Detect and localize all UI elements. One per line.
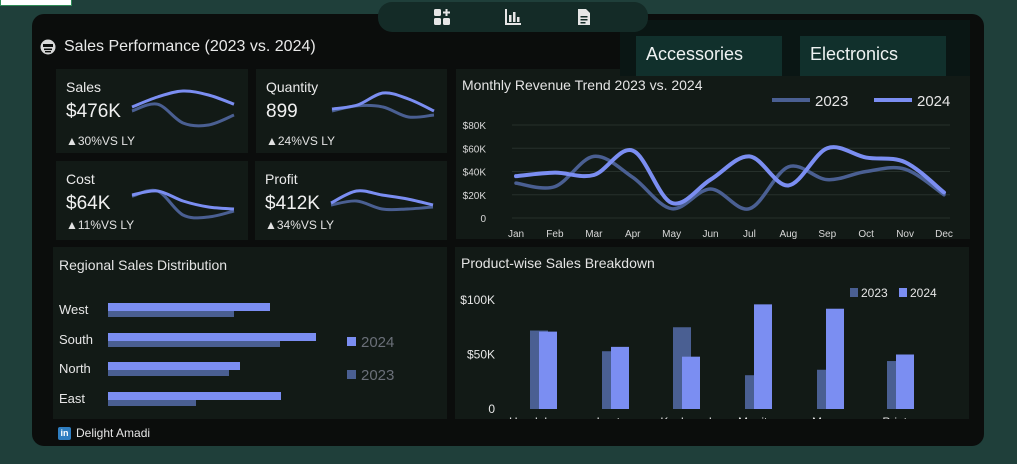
bar-2024 xyxy=(108,333,316,341)
legend-label: 2023 xyxy=(861,286,888,300)
x-tick-label: Feb xyxy=(546,229,564,239)
bar-2024 xyxy=(108,303,270,311)
region-label: South xyxy=(59,332,93,347)
kpi-card-profit[interactable]: Profit $412K ▲34%VS LY xyxy=(255,161,447,240)
x-tick-label: Oct xyxy=(858,229,874,239)
linkedin-icon: in xyxy=(58,426,71,440)
x-tick-label: Sep xyxy=(818,229,836,239)
kpi-sparkline xyxy=(131,89,235,128)
kpi-delta: ▲11%VS LY xyxy=(66,218,135,232)
kpi-sparkline xyxy=(131,188,235,220)
bar-2024 xyxy=(539,331,557,409)
bar-2023 xyxy=(108,399,196,406)
add-widget-icon[interactable] xyxy=(432,7,452,27)
author-credit[interactable]: in Delight Amadi xyxy=(58,426,150,440)
x-tick-label: Laptop xyxy=(597,415,634,419)
slicer-item-electronics[interactable]: Electronics xyxy=(800,36,946,76)
kpi-card-quantity[interactable]: Quantity 899 ▲24%VS LY xyxy=(256,69,447,153)
bar-2024 xyxy=(108,392,281,400)
y-tick-label: $50K xyxy=(467,348,495,362)
dashboard-canvas: Sales Performance (2023 vs. 2024) Sales … xyxy=(32,14,984,446)
legend-swatch xyxy=(347,337,356,346)
kpi-value: 899 xyxy=(266,101,298,122)
x-tick-label: Keyboard xyxy=(660,415,711,419)
sparkline-2023-series xyxy=(131,102,235,128)
sparkline-2023-series xyxy=(131,188,235,220)
y-tick-label: $60K xyxy=(463,144,487,155)
bar-2023 xyxy=(108,340,280,347)
dashboard-header: Sales Performance (2023 vs. 2024) xyxy=(40,38,316,56)
regional-sales-chart: West South North East 2024 2023 xyxy=(59,302,394,406)
y-tick-label: $40K xyxy=(463,168,487,179)
spreadsheet-cell-selection xyxy=(0,0,72,6)
x-tick-label: May xyxy=(662,229,681,239)
region-label: North xyxy=(59,361,91,376)
bar-chart-icon[interactable] xyxy=(503,7,523,27)
bar-2024 xyxy=(108,362,240,370)
x-tick-label: Printer xyxy=(882,415,917,419)
kpi-delta: ▲24%VS LY xyxy=(266,134,336,148)
category-slicer: Accessories Electronics xyxy=(620,20,970,76)
bar-2023 xyxy=(108,310,234,317)
x-tick-label: Monitor xyxy=(738,415,778,419)
x-tick-label: Jun xyxy=(702,229,718,239)
product-sales-panel: Product-wise Sales Breakdown $100K$50K0H… xyxy=(455,247,969,419)
kpi-label: Cost xyxy=(66,171,95,187)
x-tick-label: Jul xyxy=(743,229,756,239)
y-tick-label: $20K xyxy=(463,191,487,202)
bar-2024 xyxy=(611,346,629,409)
sparkline-2024-series xyxy=(131,189,235,211)
kpi-label: Quantity xyxy=(266,79,319,95)
legend-swatch xyxy=(899,288,907,297)
x-tick-label: Dec xyxy=(935,229,953,239)
legend-label: 2024 xyxy=(910,286,937,300)
region-label: West xyxy=(59,302,89,317)
kpi-value: $412K xyxy=(265,193,320,214)
x-tick-label: Nov xyxy=(896,229,914,239)
slicer-item-accessories[interactable]: Accessories xyxy=(636,36,782,76)
kpi-delta: ▲30%VS LY xyxy=(66,134,136,148)
y-tick-label: $80K xyxy=(463,121,487,132)
legend-swatch xyxy=(347,370,356,379)
x-tick-label: Apr xyxy=(625,229,641,239)
author-name: Delight Amadi xyxy=(76,426,151,440)
revenue-trend-panel: Monthly Revenue Trend 2023 vs. 2024 $80K… xyxy=(456,69,970,239)
y-tick-label: 0 xyxy=(488,402,495,416)
kpi-sparkline xyxy=(330,189,434,212)
bar-2024 xyxy=(682,356,700,409)
kpi-sparkline xyxy=(331,91,435,119)
bar-2024 xyxy=(896,354,914,409)
legend-swatch xyxy=(850,288,858,297)
x-tick-label: Mar xyxy=(585,229,603,239)
bar-2024 xyxy=(826,308,844,409)
regional-sales-panel: Regional Sales Distribution West South Nor… xyxy=(53,247,447,419)
legend-label: 2023 xyxy=(361,367,394,384)
product-sales-chart: $100K $50K 0 Headphones Laptop Keyboard Monito… xyxy=(460,286,937,419)
y-tick-label: 0 xyxy=(480,214,486,225)
kpi-card-sales[interactable]: Sales $476K ▲30%VS LY xyxy=(56,69,248,153)
legend-label: 2023 xyxy=(815,93,848,110)
document-icon[interactable] xyxy=(574,7,594,27)
page-title: Sales Performance (2023 vs. 2024) xyxy=(64,38,316,55)
bar-2024 xyxy=(754,304,772,409)
kpi-value: $64K xyxy=(66,193,111,214)
x-tick-label: Aug xyxy=(779,229,797,239)
x-tick-label: Headphones xyxy=(509,415,577,419)
floating-toolbar xyxy=(378,2,648,32)
kpi-delta: ▲34%VS LY xyxy=(265,218,335,232)
legend-label: 2024 xyxy=(361,334,394,351)
kpi-card-cost[interactable]: Cost $64K ▲11%VS LY xyxy=(56,161,248,240)
legend-label: 2024 xyxy=(917,93,950,110)
bar-2023 xyxy=(108,369,229,376)
revenue-trend-chart: $80K $60K $40K $20K 0 Jan Feb Mar Apr May Jun Jul Au… xyxy=(463,93,953,239)
x-tick-label: Jan xyxy=(508,229,524,239)
y-tick-label: $100K xyxy=(460,293,495,307)
x-tick-label: Mouse xyxy=(812,415,848,419)
kpi-label: Sales xyxy=(66,79,102,95)
kpi-value: $476K xyxy=(66,101,121,122)
dashboard-logo-icon xyxy=(40,39,56,55)
region-label: East xyxy=(59,391,85,406)
kpi-label: Profit xyxy=(265,171,298,187)
